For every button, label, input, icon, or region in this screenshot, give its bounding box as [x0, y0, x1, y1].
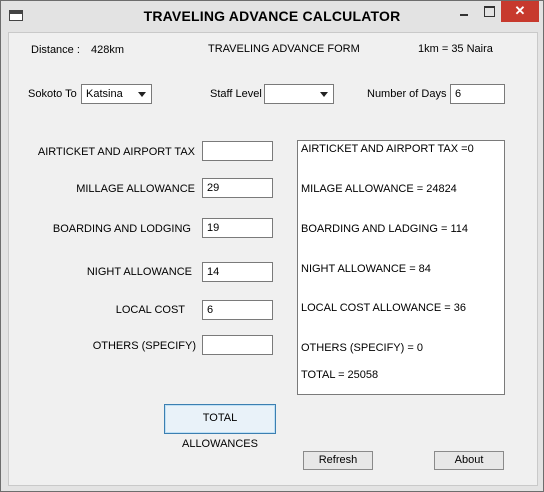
- others-label: OTHERS (SPECIFY): [92, 340, 196, 352]
- airticket-input[interactable]: [202, 141, 273, 161]
- result-milage: MILAGE ALLOWANCE = 24824: [301, 183, 457, 195]
- close-button[interactable]: ✕: [501, 1, 539, 22]
- boarding-input[interactable]: 19: [202, 218, 273, 238]
- result-night: NIGHT ALLOWANCE = 84: [301, 263, 431, 275]
- rate-text: 1km = 35 Naira: [418, 43, 493, 55]
- boarding-label: BOARDING AND LODGING: [52, 223, 191, 235]
- app-window: TRAVELING ADVANCE CALCULATOR ✕ Distance …: [0, 0, 544, 492]
- local-cost-input[interactable]: 6: [202, 300, 273, 320]
- distance-value: 428km: [91, 44, 125, 56]
- days-label: Number of Days: [367, 88, 447, 100]
- minimize-button[interactable]: [453, 1, 475, 22]
- title-bar[interactable]: TRAVELING ADVANCE CALCULATOR ✕: [1, 1, 543, 32]
- staff-level-select[interactable]: [264, 84, 334, 104]
- local-cost-label: LOCAL COST: [115, 304, 185, 316]
- millage-label: MILLAGE ALLOWANCE: [76, 183, 195, 195]
- night-input[interactable]: 14: [202, 262, 273, 282]
- result-airticket: AIRTICKET AND AIRPORT TAX =0: [301, 143, 474, 155]
- result-others: OTHERS (SPECIFY) = 0: [301, 342, 423, 354]
- others-input[interactable]: [202, 335, 273, 355]
- maximize-button[interactable]: [478, 1, 500, 22]
- days-input[interactable]: 6: [450, 84, 505, 104]
- distance-label: Distance :: [31, 44, 80, 56]
- result-total: TOTAL = 25058: [301, 369, 379, 381]
- destination-value: Katsina: [86, 88, 123, 100]
- close-icon: ✕: [514, 3, 526, 18]
- millage-input[interactable]: 29: [202, 178, 273, 198]
- form-title: TRAVELING ADVANCE FORM: [208, 43, 360, 55]
- airticket-label: AIRTICKET AND AIRPORT TAX: [37, 146, 195, 158]
- refresh-button[interactable]: Refresh: [303, 451, 373, 470]
- destination-select[interactable]: Katsina: [81, 84, 152, 104]
- night-label: NIGHT ALLOWANCE: [86, 266, 192, 278]
- form-area: Distance : 428km TRAVELING ADVANCE FORM …: [8, 32, 538, 486]
- chevron-down-icon: [138, 92, 146, 97]
- result-local: LOCAL COST ALLOWANCE = 36: [301, 302, 466, 314]
- results-box: AIRTICKET AND AIRPORT TAX =0 MILAGE ALLO…: [297, 140, 505, 395]
- result-boarding: BOARDING AND LADGING = 114: [301, 223, 468, 235]
- chevron-down-icon: [320, 92, 328, 97]
- destination-label: Sokoto To: [28, 88, 77, 100]
- about-button[interactable]: About: [434, 451, 504, 470]
- staff-level-label: Staff Level: [210, 88, 262, 100]
- total-allowances-button[interactable]: TOTAL ALLOWANCES: [164, 404, 276, 450]
